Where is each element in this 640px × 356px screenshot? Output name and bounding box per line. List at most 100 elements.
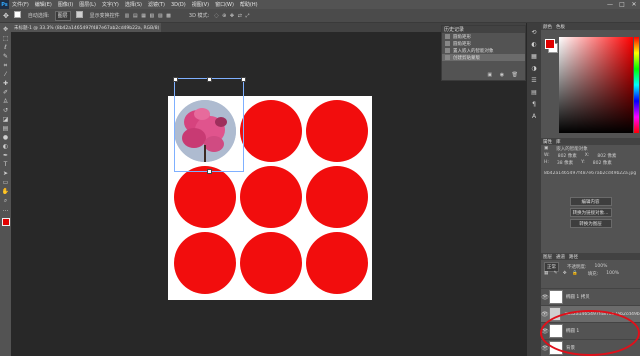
tab-color[interactable]: 颜色 [543, 24, 552, 30]
menu-type[interactable]: 文字(Y) [99, 1, 122, 8]
red-circle-3-2[interactable] [240, 232, 302, 294]
swatches-panel-icon[interactable]: ▦ [530, 53, 538, 61]
foreground-color-swatch[interactable] [1, 218, 10, 226]
healing-icon[interactable]: ✚ [2, 80, 10, 88]
adjustments-panel-icon[interactable]: ◑ [530, 65, 538, 73]
hue-slider[interactable] [634, 37, 639, 133]
gradient-icon[interactable]: ▤ [2, 125, 10, 133]
opacity-label: 不透明度: [567, 264, 587, 270]
tab-layers[interactable]: 图层 [543, 254, 552, 260]
transform-bounding-box[interactable] [173, 77, 246, 174]
history-item[interactable]: 置入嵌入的智能对象 [442, 47, 525, 54]
menu-select[interactable]: 选择(S) [122, 1, 145, 8]
smart-object-file: 8b42a1465497f487e67ab2cd49b22a.jpg [544, 171, 637, 176]
opacity-value[interactable]: 100% [595, 264, 608, 269]
shape-icon[interactable]: ▭ [2, 179, 10, 187]
maximize-button[interactable]: □ [616, 0, 628, 9]
properties-file-row: 8b42a1465497f487e67ab2cd49b22a.jpg [541, 170, 640, 177]
blend-mode-dropdown[interactable]: 正常 [544, 261, 559, 272]
menu-layer[interactable]: 图层(L) [76, 1, 99, 8]
libraries-panel-icon[interactable]: ▤ [530, 89, 538, 97]
move-tool-icon[interactable]: ✥ [3, 12, 9, 20]
quick-select-icon[interactable]: ✎ [2, 53, 10, 61]
history-panel-icon[interactable]: ⟲ [530, 29, 538, 37]
history-item[interactable]: 圆角矩形 [442, 40, 525, 47]
pen-icon[interactable]: ✒ [2, 152, 10, 160]
document-tab[interactable]: 未标题-1 @ 33.3% (8b42a1465497f487e67ab2cd4… [11, 23, 161, 32]
history-brush-icon[interactable]: ↺ [2, 107, 10, 115]
y-label: Y: [581, 160, 585, 165]
crop-icon[interactable]: ⌗ [2, 62, 10, 70]
dodge-icon[interactable]: ◐ [2, 143, 10, 151]
more-tools-icon[interactable]: … [2, 206, 10, 214]
transform-handle-bm[interactable] [207, 169, 212, 174]
menu-window[interactable]: 窗口(W) [212, 1, 237, 8]
window-controls: — □ ✕ [604, 0, 640, 9]
tab-swatches[interactable]: 色板 [556, 24, 565, 30]
history-footer-icons[interactable]: ▣ ◉ 🗑 [487, 72, 521, 78]
lock-icons[interactable]: ▦ ✎ ✥ 🔒 [544, 271, 580, 276]
transform-handle-tm[interactable] [207, 77, 212, 82]
eraser-icon[interactable]: ◪ [2, 116, 10, 124]
menu-image[interactable]: 图像(I) [55, 1, 76, 8]
transform-handle-tl[interactable] [173, 77, 178, 82]
red-circle-2-2[interactable] [240, 166, 302, 228]
convert-to-linked-button[interactable]: 转换为链接对象... [569, 208, 612, 217]
red-circle-2-3[interactable] [306, 166, 368, 228]
history-item[interactable]: 圆角矩形 [442, 33, 525, 40]
color-panel-icon[interactable]: ◐ [530, 41, 538, 49]
tab-channels[interactable]: 通道 [556, 254, 565, 260]
red-circle-1-3[interactable] [306, 100, 368, 162]
align-icons[interactable]: ▥ ▤ ▦ ▧ ▨ ▩ [125, 13, 172, 19]
marquee-icon[interactable]: ⬚ [2, 35, 10, 43]
hand-icon[interactable]: ✋ [2, 188, 10, 196]
layer-row[interactable]: 👁 椭圆 1 拷贝 [541, 288, 640, 305]
blur-icon[interactable]: ● [2, 134, 10, 142]
move-icon[interactable]: ✥ [2, 26, 10, 34]
convert-to-layers-button[interactable]: 转换为图层 [569, 219, 612, 228]
red-circle-2-1[interactable] [174, 166, 236, 228]
w-value[interactable]: 802 像素 [558, 153, 577, 159]
transform-handle-tr[interactable] [241, 77, 246, 82]
brush-icon[interactable]: ✐ [2, 89, 10, 97]
paragraph-panel-icon[interactable]: ¶ [530, 101, 538, 109]
close-button[interactable]: ✕ [628, 0, 640, 9]
auto-select-target-dropdown[interactable]: 图层 [54, 10, 71, 21]
y-value[interactable]: 802 像素 [593, 160, 612, 166]
path-select-icon[interactable]: ➤ [2, 170, 10, 178]
red-circle-3-3[interactable] [306, 232, 368, 294]
edit-contents-button[interactable]: 编辑内容 [569, 197, 612, 206]
foreground-color-swatch[interactable] [545, 39, 555, 49]
properties-panel-icon[interactable]: ☰ [530, 77, 538, 85]
menu-file[interactable]: 文件(F) [9, 1, 32, 8]
tab-paths[interactable]: 路径 [569, 254, 578, 260]
show-transform-checkbox[interactable] [75, 11, 85, 20]
visibility-eye-icon[interactable]: 👁 [541, 294, 549, 301]
stamp-icon[interactable]: ♙ [2, 98, 10, 106]
fill-value[interactable]: 100% [606, 271, 619, 276]
red-circle-1-2[interactable] [240, 100, 302, 162]
history-item-active[interactable]: 创建剪贴蒙版 [442, 54, 525, 61]
tab-libraries[interactable]: 库 [556, 139, 561, 145]
red-circle-3-1[interactable] [174, 232, 236, 294]
x-value[interactable]: 802 像素 [597, 153, 616, 159]
lasso-icon[interactable]: ℓ [2, 44, 10, 52]
menu-edit[interactable]: 编辑(E) [32, 1, 55, 8]
zoom-icon[interactable]: ⌕ [2, 197, 10, 205]
menu-help[interactable]: 帮助(H) [237, 1, 261, 8]
h-value[interactable]: 38 像素 [557, 160, 573, 166]
visibility-eye-icon[interactable]: 👁 [541, 311, 549, 318]
character-panel-icon[interactable]: A [530, 113, 538, 121]
eyedropper-icon[interactable]: ⁄ [2, 71, 10, 79]
menu-view[interactable]: 视图(V) [189, 1, 212, 8]
layer-name: 椭圆 1 拷贝 [566, 295, 590, 300]
mode-3d-icons[interactable]: ◌ ⊕ ✥ ⇄ ⤢ [214, 13, 250, 19]
menu-3d[interactable]: 3D(D) [168, 2, 189, 8]
type-icon[interactable]: T [2, 161, 10, 169]
x-label: X: [584, 153, 590, 158]
menu-filter[interactable]: 滤镜(T) [145, 1, 168, 8]
tab-properties[interactable]: 属性 [543, 139, 552, 145]
minimize-button[interactable]: — [604, 0, 616, 9]
color-picker-field[interactable] [559, 37, 633, 133]
auto-select-checkbox[interactable] [13, 11, 23, 20]
